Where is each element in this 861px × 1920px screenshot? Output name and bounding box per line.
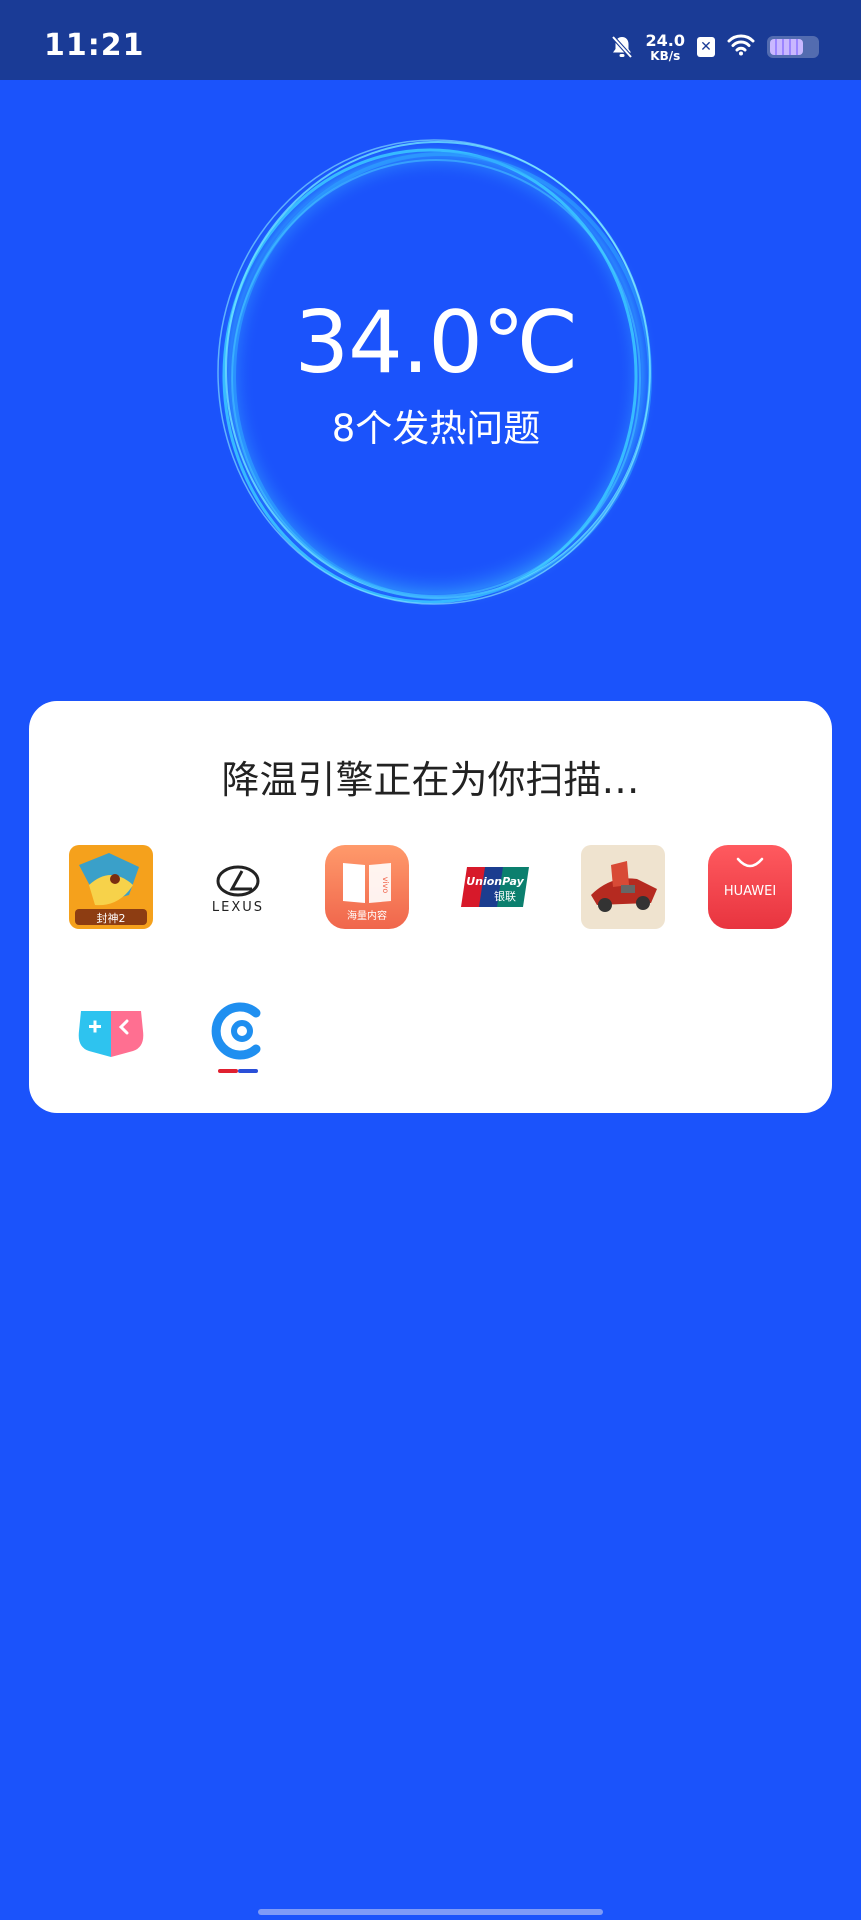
network-speed-value: 24.0 <box>645 30 685 50</box>
dragon-game-icon[interactable]: 封神2 <box>69 845 153 929</box>
wifi-icon <box>727 34 755 60</box>
nfc-icon: ✕ <box>697 37 715 57</box>
unionpay-label: UnionPay <box>466 875 524 888</box>
network-speed-unit: KB/s <box>650 48 681 63</box>
mute-icon <box>610 34 634 60</box>
lexus-icon[interactable]: LEXUS <box>196 845 280 929</box>
network-speed: 24.0 KB/s <box>645 30 685 63</box>
unionpay-icon[interactable]: UnionPay 银联 <box>453 845 537 929</box>
c-app-icon[interactable] <box>196 991 280 1075</box>
battery-fill <box>770 39 803 55</box>
game-center-icon[interactable] <box>69 991 153 1075</box>
car-game-icon[interactable] <box>581 845 665 929</box>
heat-issues-count: 8个发热问题 <box>331 407 541 450</box>
dragon-game-label: 封神2 <box>97 911 126 925</box>
unionpay-sub-label: 银联 <box>494 889 516 903</box>
status-time: 11:21 <box>44 28 145 63</box>
temperature-value: 34.0℃ <box>294 293 578 393</box>
huawei-label: HUAWEI <box>724 884 776 899</box>
battery-icon <box>767 36 819 58</box>
status-bar: 11:21 24.0 KB/s ✕ <box>0 0 861 80</box>
vivo-reader-label: 海量内容 <box>347 909 387 922</box>
scan-status-title: 降温引擎正在为你扫描… <box>221 758 640 802</box>
home-indicator[interactable] <box>258 1909 603 1915</box>
vivo-reader-side-label: vivo <box>381 877 390 894</box>
scan-card: 降温引擎正在为你扫描… 封神2 LEXUS vivo 海量内容 UnionPay… <box>29 701 832 1113</box>
lexus-label: LEXUS <box>212 900 264 915</box>
status-icons: 24.0 KB/s ✕ <box>610 30 819 64</box>
vivo-reader-icon[interactable]: vivo 海量内容 <box>325 845 409 929</box>
huawei-appgallery-icon[interactable]: HUAWEI <box>708 845 792 929</box>
